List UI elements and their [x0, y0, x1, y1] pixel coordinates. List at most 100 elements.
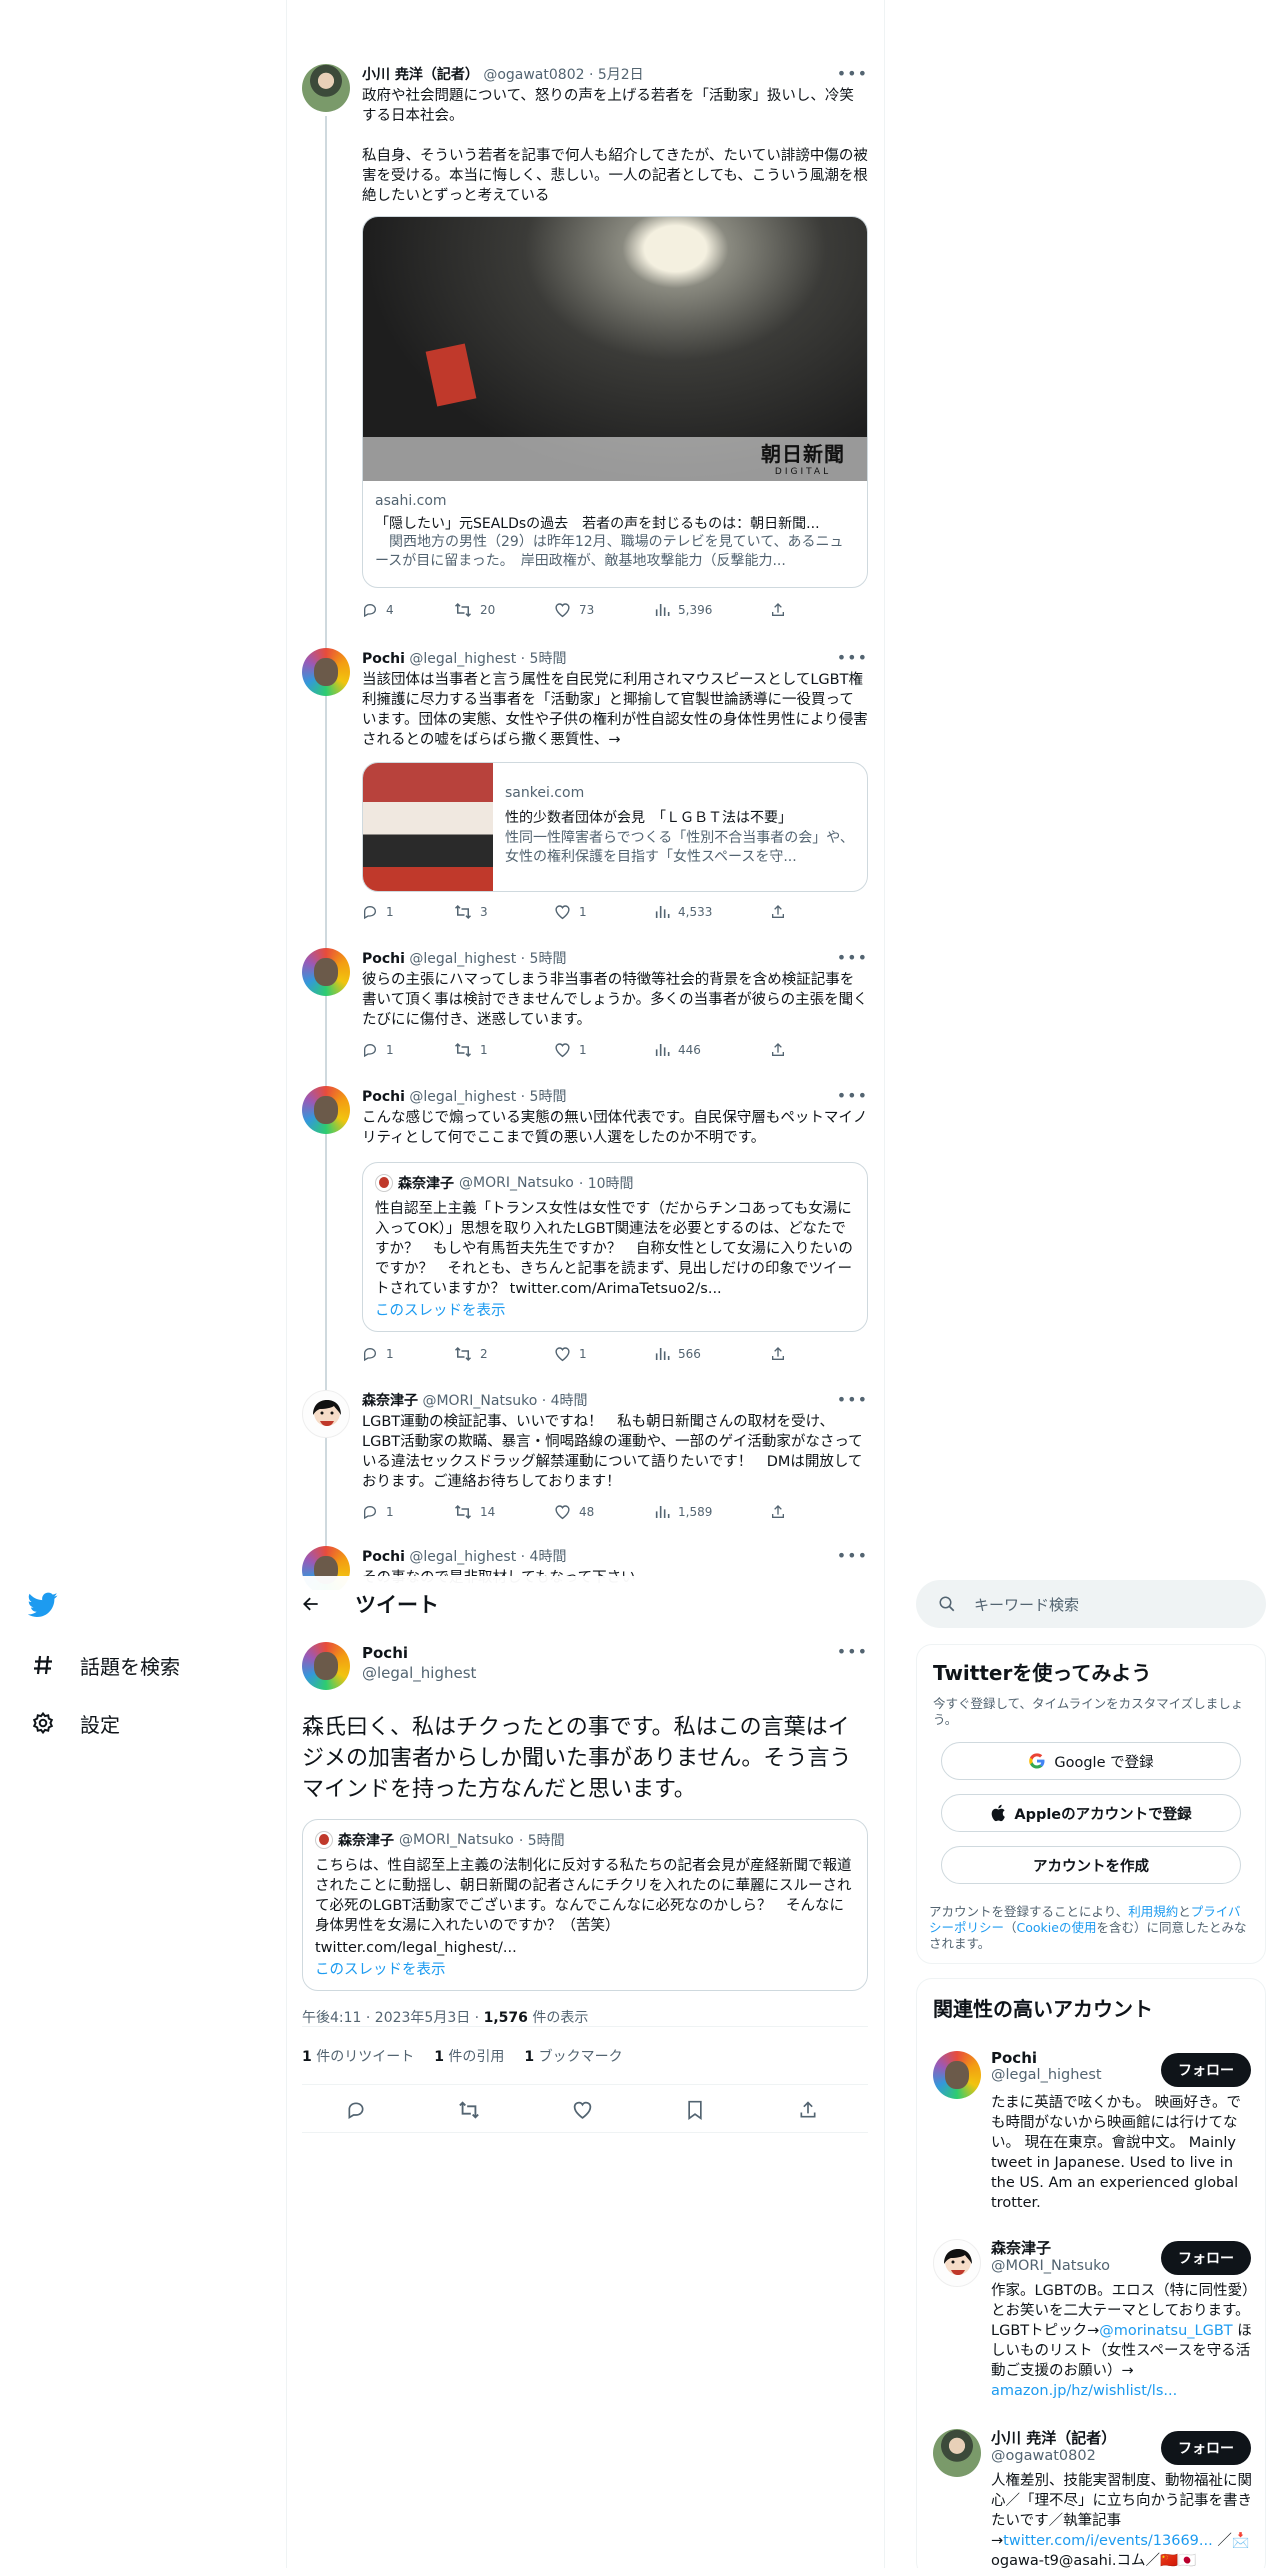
tweet-timestamp[interactable]: 午後4:11 · 2023年5月3日 · 1,576 件の表示: [302, 2007, 868, 2027]
retweet-button[interactable]: 2: [454, 1346, 488, 1362]
reply-button[interactable]: 1: [362, 904, 394, 920]
account-handle[interactable]: @ogawat0802: [991, 2448, 1116, 2464]
author-handle[interactable]: @legal_highest: [409, 1089, 516, 1105]
author-name[interactable]: Pochi: [362, 651, 405, 667]
share-button[interactable]: [770, 1042, 786, 1058]
google-signup-button[interactable]: Google で登録: [941, 1742, 1241, 1780]
avatar[interactable]: [933, 2429, 981, 2477]
related-account[interactable]: 森奈津子 @MORI_Natsuko フォロー 作家。LGBTのB。エロス（特に…: [917, 2229, 1267, 2409]
bio-link[interactable]: twitter.com/i/events/13669...: [1003, 2533, 1213, 2549]
related-account[interactable]: 小川 尭洋（記者） @ogawat0802 フォロー 人権差別、技能実習制度、動…: [917, 2419, 1267, 2568]
tweet-time[interactable]: · 5時間: [521, 1089, 567, 1105]
author-name[interactable]: Pochi: [362, 951, 405, 967]
account-name[interactable]: Pochi: [991, 2049, 1102, 2067]
twitter-logo[interactable]: [28, 1590, 58, 1620]
author-name[interactable]: Pochi: [362, 1089, 405, 1105]
related-account[interactable]: Pochi @legal_highest フォロー たまに英語で呟くかも。 映画…: [917, 2041, 1267, 2221]
avatar[interactable]: [302, 648, 350, 696]
author-handle[interactable]: @ogawat0802: [483, 67, 584, 83]
author-handle[interactable]: @MORI_Natsuko: [422, 1393, 537, 1409]
thread-tweet[interactable]: 小川 尭洋（記者） @ogawat0802 · 5月2日 ••• 政府や社会問題…: [302, 64, 868, 634]
bio-link[interactable]: amazon.jp/hz/wishlist/ls...: [991, 2383, 1177, 2399]
share-button[interactable]: [770, 602, 786, 618]
nav-explore[interactable]: 話題を検索: [28, 1650, 180, 1680]
quoted-tweet[interactable]: 森奈津子 @MORI_Natsuko · 10時間 性自認至上主義「トランス女性…: [362, 1162, 868, 1332]
follow-button[interactable]: フォロー: [1161, 2053, 1251, 2087]
account-name[interactable]: 森奈津子: [991, 2237, 1110, 2258]
more-icon[interactable]: •••: [837, 1642, 868, 1661]
views-button[interactable]: 4,533: [654, 904, 712, 920]
share-button[interactable]: [770, 1346, 786, 1362]
reply-button[interactable]: 1: [362, 1504, 394, 1520]
avatar[interactable]: [933, 2239, 981, 2287]
retweet-button[interactable]: [458, 2100, 480, 2124]
views-button[interactable]: 5,396: [654, 602, 712, 618]
more-icon[interactable]: •••: [837, 1546, 868, 1565]
author-name[interactable]: 森奈津子: [362, 1393, 418, 1409]
like-button[interactable]: 1: [554, 904, 587, 920]
terms-link[interactable]: 利用規約: [1128, 1904, 1178, 1919]
retweets-stat[interactable]: 1 件のリツイート: [302, 2046, 414, 2066]
retweet-button[interactable]: 14: [454, 1504, 495, 1520]
retweet-button[interactable]: 20: [454, 602, 495, 618]
back-arrow-icon[interactable]: [301, 1594, 321, 1614]
more-icon[interactable]: •••: [837, 948, 868, 967]
reply-button[interactable]: 1: [362, 1346, 394, 1362]
author-name[interactable]: Pochi: [362, 1549, 405, 1565]
follow-button[interactable]: フォロー: [1161, 2241, 1251, 2275]
search-input[interactable]: キーワード検索: [974, 1594, 1079, 1615]
thread-tweet[interactable]: Pochi @legal_highest · 5時間 ••• 当該団体は当事者と…: [302, 648, 868, 938]
quotes-stat[interactable]: 1 件の引用: [434, 2046, 504, 2066]
reply-button[interactable]: 4: [362, 602, 394, 618]
account-handle[interactable]: @MORI_Natsuko: [991, 2258, 1110, 2274]
show-thread-link[interactable]: このスレッドを表示: [315, 1960, 855, 1980]
account-handle[interactable]: @legal_highest: [991, 2067, 1102, 2083]
search-box[interactable]: キーワード検索: [916, 1580, 1266, 1628]
avatar[interactable]: [302, 1642, 350, 1690]
like-button[interactable]: 1: [554, 1042, 587, 1058]
views-button[interactable]: 446: [654, 1042, 701, 1058]
tweet-time[interactable]: · 4時間: [542, 1393, 588, 1409]
nav-settings[interactable]: 設定: [28, 1708, 120, 1738]
quote-link[interactable]: twitter.com/legal_highest/...: [315, 1938, 855, 1958]
views-button[interactable]: 566: [654, 1346, 701, 1362]
like-button[interactable]: 48: [554, 1504, 594, 1520]
avatar[interactable]: [302, 64, 350, 112]
avatar[interactable]: [933, 2051, 981, 2099]
share-button[interactable]: [770, 1504, 786, 1520]
avatar[interactable]: [302, 948, 350, 996]
quoted-tweet[interactable]: 森奈津子 @MORI_Natsuko · 5時間 こちらは、性自認至上主義の法制…: [302, 1819, 868, 1991]
author-handle[interactable]: @legal_highest: [409, 951, 516, 967]
cookie-link[interactable]: Cookieの使用: [1017, 1920, 1097, 1935]
author-handle[interactable]: @legal_highest: [409, 1549, 516, 1565]
show-thread-link[interactable]: このスレッドを表示: [375, 1301, 855, 1321]
follow-button[interactable]: フォロー: [1161, 2431, 1251, 2465]
bookmark-button[interactable]: [686, 2100, 704, 2124]
author-name[interactable]: 小川 尭洋（記者）: [362, 67, 479, 83]
thread-tweet[interactable]: Pochi @legal_highest · 5時間 ••• こんな感じで煽って…: [302, 1086, 868, 1376]
tweet-time[interactable]: · 5時間: [521, 951, 567, 967]
share-button[interactable]: [770, 904, 786, 920]
author-name[interactable]: Pochi: [362, 1644, 476, 1662]
retweet-button[interactable]: 1: [454, 1042, 488, 1058]
tweet-time[interactable]: · 5時間: [521, 651, 567, 667]
account-name[interactable]: 小川 尭洋（記者）: [991, 2427, 1116, 2448]
avatar[interactable]: [302, 1390, 350, 1438]
more-icon[interactable]: •••: [837, 1390, 868, 1409]
create-account-button[interactable]: アカウントを作成: [941, 1846, 1241, 1884]
link-card[interactable]: 朝日新聞 DIGITAL asahi.com 「隠したい」元SEALDsの過去 …: [362, 216, 868, 588]
more-icon[interactable]: •••: [837, 64, 868, 83]
apple-signup-button[interactable]: Appleのアカウントで登録: [941, 1794, 1241, 1832]
reply-button[interactable]: 1: [362, 1042, 394, 1058]
like-button[interactable]: [572, 2100, 593, 2124]
avatar[interactable]: [302, 1086, 350, 1134]
author-handle[interactable]: @legal_highest: [409, 651, 516, 667]
more-icon[interactable]: •••: [837, 1086, 868, 1105]
thread-tweet[interactable]: Pochi @legal_highest · 5時間 ••• 彼らの主張にハマっ…: [302, 948, 868, 1078]
tweet-time[interactable]: · 4時間: [521, 1549, 567, 1565]
like-button[interactable]: 73: [554, 602, 594, 618]
bio-link[interactable]: @morinatsu_LGBT: [1099, 2323, 1232, 2339]
views-button[interactable]: 1,589: [654, 1504, 712, 1520]
like-button[interactable]: 1: [554, 1346, 587, 1362]
reply-button[interactable]: [346, 2100, 366, 2124]
